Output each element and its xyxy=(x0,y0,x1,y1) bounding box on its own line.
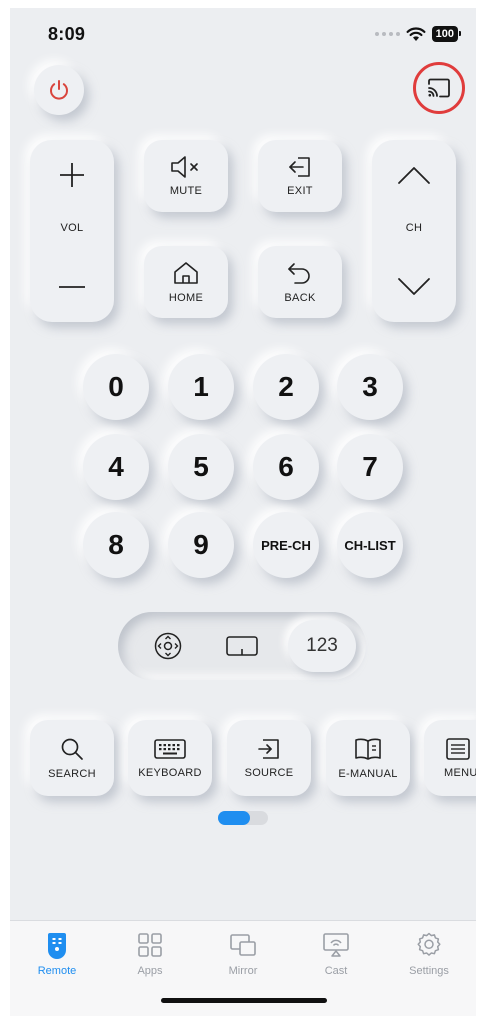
back-button[interactable]: BACK xyxy=(258,246,342,318)
channel-list-button[interactable]: CH-LIST xyxy=(337,512,403,578)
keyboard-button[interactable]: KEYBOARD xyxy=(128,720,212,796)
remote-icon xyxy=(48,933,66,959)
source-label: SOURCE xyxy=(244,767,294,779)
number-key-0[interactable]: 0 xyxy=(83,354,149,420)
home-indicator xyxy=(161,998,327,1003)
mute-icon xyxy=(171,156,198,178)
wifi-icon xyxy=(406,26,426,41)
gear-icon xyxy=(417,932,441,956)
e-manual-label: E-MANUAL xyxy=(338,768,398,780)
pre-channel-button[interactable]: PRE-CH xyxy=(253,512,319,578)
number-key-9[interactable]: 9 xyxy=(168,512,234,578)
apps-grid-icon xyxy=(138,933,162,957)
keyboard-icon xyxy=(154,739,186,759)
highlight-ring xyxy=(413,62,465,114)
number-key-4[interactable]: 4 xyxy=(83,434,149,500)
volume-rocker: VOL xyxy=(30,140,114,322)
volume-down-button[interactable] xyxy=(30,252,114,322)
cast-screen-icon xyxy=(323,933,349,957)
power-icon xyxy=(50,80,68,100)
number-key-8[interactable]: 8 xyxy=(83,512,149,578)
menu-button[interactable]: MENU xyxy=(424,720,476,796)
control-mode-switch: 123 xyxy=(118,612,366,680)
page-indicator[interactable] xyxy=(218,811,268,825)
channel-label: CH xyxy=(405,222,423,234)
touchpad-icon xyxy=(226,636,258,656)
power-button[interactable] xyxy=(34,65,84,115)
chevron-down-icon xyxy=(398,278,430,295)
tab-remote[interactable]: Remote xyxy=(17,931,97,977)
volume-label: VOL xyxy=(60,222,84,234)
page-indicator-active xyxy=(218,811,250,825)
exit-button[interactable]: EXIT xyxy=(258,140,342,212)
remote-screen: 8:09 100 VOL MUTE EXIT CH HOME BACK 0 1 … xyxy=(10,8,476,1016)
menu-list-icon xyxy=(446,738,470,760)
volume-up-button[interactable] xyxy=(30,140,114,210)
home-label: HOME xyxy=(168,292,204,304)
exit-label: EXIT xyxy=(287,185,313,197)
cast-button[interactable] xyxy=(413,62,465,114)
exit-icon xyxy=(289,157,310,177)
back-icon xyxy=(288,263,310,284)
tab-apps[interactable]: Apps xyxy=(110,931,190,977)
channel-up-button[interactable] xyxy=(372,140,456,210)
menu-label: MENU xyxy=(444,767,476,779)
status-icons: 100 xyxy=(374,26,462,42)
plus-icon xyxy=(60,163,84,187)
search-label: SEARCH xyxy=(48,768,96,780)
numeric-mode-button[interactable]: 123 xyxy=(288,620,356,672)
search-icon xyxy=(61,738,83,760)
home-icon xyxy=(174,262,198,284)
mute-button[interactable]: MUTE xyxy=(144,140,228,212)
minus-icon xyxy=(59,286,85,288)
number-key-3[interactable]: 3 xyxy=(337,354,403,420)
number-key-6[interactable]: 6 xyxy=(253,434,319,500)
numeric-mode-label: 123 xyxy=(306,635,338,656)
book-icon xyxy=(355,738,381,760)
dpad-icon xyxy=(154,632,182,660)
tab-settings[interactable]: Settings xyxy=(389,931,469,977)
mirror-icon xyxy=(230,934,256,956)
channel-down-button[interactable] xyxy=(372,252,456,322)
chevron-up-icon xyxy=(398,167,430,184)
tab-cast[interactable]: Cast xyxy=(296,931,376,977)
e-manual-button[interactable]: E-MANUAL xyxy=(326,720,410,796)
tab-cast-label: Cast xyxy=(324,965,348,977)
tab-apps-label: Apps xyxy=(137,965,163,977)
tab-mirror-label: Mirror xyxy=(228,965,258,977)
source-icon xyxy=(258,739,279,759)
tab-remote-label: Remote xyxy=(37,965,77,977)
number-key-1[interactable]: 1 xyxy=(168,354,234,420)
number-key-7[interactable]: 7 xyxy=(337,434,403,500)
touchpad-mode-button[interactable] xyxy=(208,620,276,672)
number-key-2[interactable]: 2 xyxy=(253,354,319,420)
tab-settings-label: Settings xyxy=(409,965,449,977)
home-button[interactable]: HOME xyxy=(144,246,228,318)
number-key-5[interactable]: 5 xyxy=(168,434,234,500)
status-time: 8:09 xyxy=(48,24,86,44)
tab-mirror[interactable]: Mirror xyxy=(203,931,283,977)
battery-indicator: 100 xyxy=(431,26,462,42)
cellular-signal-icon xyxy=(374,32,400,36)
channel-rocker: CH xyxy=(372,140,456,322)
back-label: BACK xyxy=(284,292,316,304)
keyboard-label: KEYBOARD xyxy=(138,767,202,779)
dpad-mode-button[interactable] xyxy=(134,620,202,672)
source-button[interactable]: SOURCE xyxy=(227,720,311,796)
mute-label: MUTE xyxy=(169,185,203,197)
search-button[interactable]: SEARCH xyxy=(30,720,114,796)
